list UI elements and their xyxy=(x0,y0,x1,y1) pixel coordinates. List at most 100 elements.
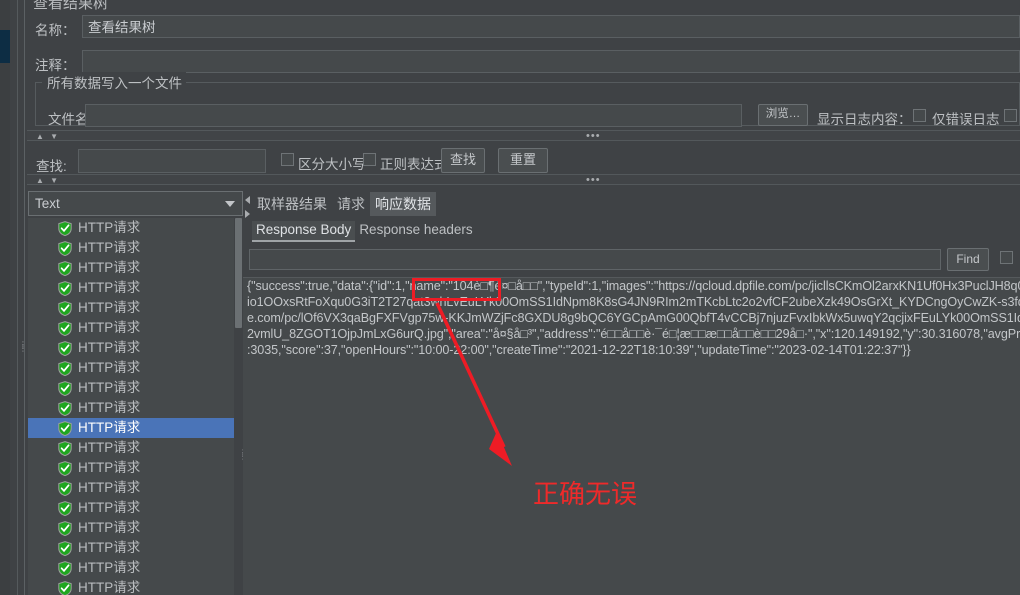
name-input[interactable]: 查看结果树 xyxy=(82,15,1020,38)
response-body-line: io1OOxsRtFoXqu0G3iT2T27qat3whLvEuLYk00Om… xyxy=(247,295,1020,309)
error-log-only-checkbox[interactable] xyxy=(913,109,926,122)
browse-button[interactable]: 浏览… xyxy=(758,104,808,126)
tree-item-label: HTTP请求 xyxy=(78,480,141,495)
tree-item-label: HTTP请求 xyxy=(78,220,141,235)
result-tab[interactable]: 请求 xyxy=(332,192,370,216)
success-shield-icon xyxy=(58,541,72,557)
show-log-content-label: 显示日志内容： xyxy=(817,112,912,127)
tree-item-label: HTTP请求 xyxy=(78,540,141,555)
result-subtab[interactable]: Response headers xyxy=(355,221,476,240)
splitter-bar-top[interactable]: ▲ ▼ ••• xyxy=(27,130,1020,142)
response-body-line: {"success":true,"data":{"id":1,"name":"1… xyxy=(247,279,1020,293)
response-body-line: e.com/pc/lOf6VX3qaBgFXFVgp75w-KKJmWZjFc8… xyxy=(247,311,1020,325)
search-reset-button[interactable]: 重置 xyxy=(498,148,548,173)
results-tree[interactable]: HTTP请求 HTTP请求 HTTP请求 HTTP请求 HTTP请求 HTTP请求 HTTP… xyxy=(28,218,243,595)
tree-item[interactable]: HTTP请求 xyxy=(28,358,243,378)
regex-label: 正则表达式 xyxy=(380,157,448,172)
success-shield-icon xyxy=(58,581,72,595)
filename-input[interactable] xyxy=(85,104,742,127)
tree-item-label: HTTP请求 xyxy=(78,340,141,355)
regex-checkbox[interactable] xyxy=(363,153,376,166)
tree-item[interactable]: HTTP请求 xyxy=(28,298,243,318)
tree-panel-drag-handle[interactable]: ⋮⋮ xyxy=(239,449,247,465)
match-case-checkbox[interactable] xyxy=(281,153,294,166)
tree-item-label: HTTP请求 xyxy=(78,240,141,255)
tree-item[interactable]: HTTP请求 xyxy=(28,218,243,238)
response-find-button[interactable]: Find xyxy=(947,248,989,271)
tree-item[interactable]: HTTP请求 xyxy=(28,538,243,558)
annotation-label: 正确无误 xyxy=(533,479,638,509)
success-log-only-checkbox[interactable] xyxy=(1004,109,1017,122)
write-all-data-to-file-group-title: 所有数据写入一个文件 xyxy=(43,72,186,92)
jmeter-view-results-tree-panel: 查看结果树 名称： 查看结果树 注释： 所有数据写入一个文件 文件名 浏览… 显… xyxy=(0,0,1020,595)
left-panel-drag-handle[interactable]: ⋮ ⋮ xyxy=(19,341,27,357)
search-input[interactable] xyxy=(78,149,266,173)
renderer-select[interactable]: Text xyxy=(28,191,243,216)
left-edge-selection-marker xyxy=(0,30,10,63)
success-shield-icon xyxy=(58,321,72,337)
splitter-collapse-arrows[interactable]: ▲ ▼ xyxy=(36,132,60,141)
success-shield-icon xyxy=(58,221,72,237)
success-shield-icon xyxy=(58,361,72,377)
collapse-right-icon[interactable] xyxy=(245,210,250,218)
success-shield-icon xyxy=(58,461,72,477)
success-shield-icon xyxy=(58,441,72,457)
success-shield-icon xyxy=(58,301,72,317)
tree-item[interactable]: HTTP请求 xyxy=(28,438,243,458)
splitter-grip-dots-2: ••• xyxy=(586,174,601,186)
result-tab[interactable]: 响应数据 xyxy=(370,192,436,216)
splitter-bar-bottom[interactable]: ▲ ▼ ••• xyxy=(27,174,1020,186)
left-edge-divider-1 xyxy=(17,0,18,595)
response-body-text[interactable]: {"success":true,"data":{"id":1,"name":"1… xyxy=(243,277,1020,595)
success-shield-icon xyxy=(58,281,72,297)
tree-item[interactable]: HTTP请求 xyxy=(28,378,243,398)
result-tabs: 取样器结果 请求 响应数据 xyxy=(252,192,436,216)
tree-item[interactable]: HTTP请求 xyxy=(28,278,243,298)
success-shield-icon xyxy=(58,521,72,537)
tree-item-label: HTTP请求 xyxy=(78,360,141,375)
tree-item-label: HTTP请求 xyxy=(78,420,141,435)
collapse-left-icon[interactable] xyxy=(245,196,250,204)
splitter-collapse-arrows-2[interactable]: ▲ ▼ xyxy=(36,176,60,185)
tree-item[interactable]: HTTP请求 xyxy=(28,398,243,418)
tree-item[interactable]: HTTP请求 xyxy=(28,578,243,595)
window-left-edge xyxy=(0,0,10,595)
tree-item[interactable]: HTTP请求 xyxy=(28,318,243,338)
response-find-input[interactable] xyxy=(249,249,941,270)
tree-item[interactable]: HTTP请求 xyxy=(28,258,243,278)
error-log-only-label: 仅错误日志 xyxy=(932,112,1000,127)
tree-scrollbar-thumb[interactable] xyxy=(235,218,242,328)
response-find-option-checkbox[interactable] xyxy=(1000,251,1013,264)
renderer-select-value: Text xyxy=(35,196,60,211)
tree-item-label: HTTP请求 xyxy=(78,380,141,395)
comment-input[interactable] xyxy=(82,50,1020,73)
success-shield-icon xyxy=(58,421,72,437)
response-body-line: :3035,"score":37,"openHours":"10:00-22:0… xyxy=(247,343,911,357)
tree-item-label: HTTP请求 xyxy=(78,300,141,315)
success-shield-icon xyxy=(58,401,72,417)
tree-item[interactable]: HTTP请求 xyxy=(28,498,243,518)
response-body-line: 2vmlU_8ZGOT1OjpJmLxG6urQ.jpg","area":"å¤… xyxy=(247,327,1020,341)
search-find-button[interactable]: 查找 xyxy=(441,148,485,173)
tree-item[interactable]: HTTP请求 xyxy=(28,418,243,438)
tree-item-label: HTTP请求 xyxy=(78,400,141,415)
tree-item-label: HTTP请求 xyxy=(78,260,141,275)
success-shield-icon xyxy=(58,481,72,497)
tree-item[interactable]: HTTP请求 xyxy=(28,478,243,498)
name-label: 名称： xyxy=(35,23,76,38)
tree-item[interactable]: HTTP请求 xyxy=(28,338,243,358)
page-title: 查看结果树 xyxy=(33,0,109,12)
tree-item[interactable]: HTTP请求 xyxy=(28,238,243,258)
match-case-label: 区分大小写 xyxy=(298,157,366,172)
tree-item[interactable]: HTTP请求 xyxy=(28,458,243,478)
result-tab[interactable]: 取样器结果 xyxy=(252,192,332,216)
tree-item-label: HTTP请求 xyxy=(78,520,141,535)
success-shield-icon xyxy=(58,381,72,397)
result-subtab[interactable]: Response Body xyxy=(252,221,356,242)
chevron-down-icon xyxy=(225,201,235,207)
tree-scrollbar[interactable] xyxy=(234,218,243,595)
search-label: 查找: xyxy=(36,159,67,174)
tree-item[interactable]: HTTP请求 xyxy=(28,518,243,538)
tree-item[interactable]: HTTP请求 xyxy=(28,558,243,578)
tree-item-label: HTTP请求 xyxy=(78,560,141,575)
